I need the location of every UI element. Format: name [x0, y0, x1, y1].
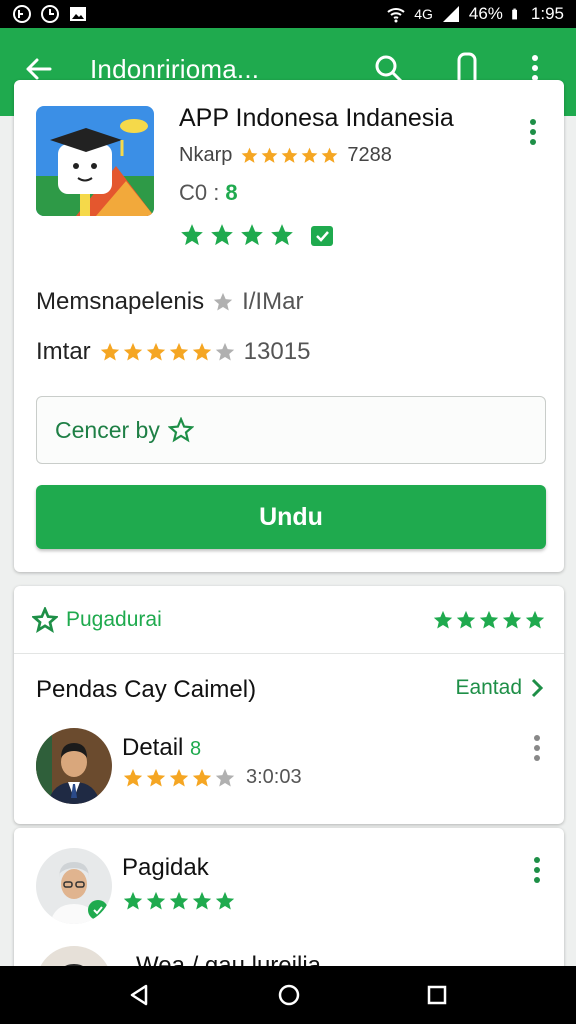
star-icon: [501, 609, 523, 631]
review-section-header: Pugadurai: [14, 586, 564, 654]
star-icon: [260, 146, 279, 165]
star-icon: [212, 291, 234, 313]
info-row: Memsnapelenis I/IMar: [36, 288, 303, 316]
rating-row-stars: [99, 341, 236, 363]
star-icon: [478, 609, 500, 631]
search-input[interactable]: Cencer by: [36, 396, 546, 464]
signal-icon: [442, 6, 459, 22]
rating-row: Imtar 13015: [36, 338, 310, 366]
star-icon: [524, 609, 546, 631]
star-icon: [168, 890, 190, 912]
review-author-name: Detail: [122, 734, 184, 761]
review-more-icon[interactable]: [532, 734, 542, 762]
star-icon: [122, 890, 144, 912]
clock-icon: [41, 5, 59, 23]
system-nav-bar: [0, 966, 576, 1024]
review-section-title: Pugadurai: [66, 607, 162, 631]
battery-icon: [512, 8, 517, 20]
install-button[interactable]: Undu: [36, 485, 546, 549]
nav-home-icon[interactable]: [276, 982, 302, 1008]
see-all-link[interactable]: Eantad: [455, 676, 544, 700]
review-stars: [122, 890, 236, 912]
star-icon: [168, 767, 190, 789]
star-icon: [455, 609, 477, 631]
app-detail-card: APP Indonesa Indanesia Nkarp 7288 C0 : 8…: [14, 80, 564, 572]
star-icon: [214, 341, 236, 363]
star-icon: [168, 341, 190, 363]
review-list-title: Pendas Cay Caimel): [36, 676, 257, 703]
meta-code: C0 :: [179, 180, 220, 205]
info-row-value: I/IMar: [242, 288, 304, 315]
avatar[interactable]: [36, 848, 112, 924]
app-logo-icon: [36, 106, 154, 216]
star-icon: [432, 609, 454, 631]
rating-row-label: Imtar: [36, 338, 91, 365]
star-icon: [240, 146, 259, 165]
app-meta-row: C0 : 8: [179, 180, 238, 206]
search-placeholder: Cencer by: [55, 416, 160, 443]
star-icon: [300, 146, 319, 165]
star-icon: [269, 222, 295, 248]
review-card: Pagidak Wea / gau lureilia: [14, 828, 564, 978]
gallery-icon: [70, 7, 86, 21]
star-icon: [191, 890, 213, 912]
avatar[interactable]: [36, 728, 112, 804]
wifi-icon: [387, 8, 405, 23]
star-icon: [145, 341, 167, 363]
star-icon: [320, 146, 339, 165]
see-all-label: Eantad: [455, 676, 522, 699]
app-more-icon[interactable]: [528, 118, 538, 146]
star-icon: [145, 890, 167, 912]
star-icon: [122, 341, 144, 363]
star-icon: [179, 222, 205, 248]
star-icon: [280, 146, 299, 165]
verified-badge-icon: [311, 226, 333, 246]
app-name: APP Indonesa Indanesia: [179, 104, 454, 132]
star-icon: [191, 767, 213, 789]
rating-count: 7288: [347, 144, 392, 166]
app-green-stars: [179, 222, 335, 248]
review-author-badge: 8: [190, 738, 202, 760]
review-author-name: Pagidak: [122, 854, 209, 881]
review-author: Detail 8: [122, 734, 201, 762]
network-type: 4G: [414, 6, 433, 22]
rating-row-count: 13015: [243, 338, 311, 365]
review-section-card: Pugadurai Pendas Cay Caimel) Eantad Deta…: [14, 586, 564, 824]
star-outline-icon: [167, 417, 194, 443]
info-row-label: Memsnapelenis: [36, 288, 205, 315]
star-icon: [239, 222, 265, 248]
app-rating-row: Nkarp 7288: [179, 144, 392, 167]
star-icon: [209, 222, 235, 248]
review-more-icon[interactable]: [532, 856, 542, 884]
review-stars: [122, 767, 236, 789]
review-count: 3:0:03: [246, 766, 302, 788]
rating-prefix: Nkarp: [179, 144, 233, 166]
section-stars: [432, 609, 546, 631]
notification-icon: [13, 5, 31, 23]
star-icon: [191, 341, 213, 363]
nav-back-icon[interactable]: [126, 982, 152, 1008]
star-icon: [99, 341, 121, 363]
status-bar: 4G 46% 1:95: [0, 0, 576, 28]
review-rating: 3:0:03: [122, 766, 302, 789]
clock-time: 1:95: [530, 4, 564, 23]
meta-badge: 8: [225, 180, 238, 205]
star-outline-icon: [32, 606, 58, 633]
review-rating: [122, 890, 236, 912]
star-icon: [214, 890, 236, 912]
star-icon: [214, 767, 236, 789]
battery-percent: 46%: [468, 4, 503, 23]
star-icon: [145, 767, 167, 789]
nav-recents-icon[interactable]: [424, 982, 450, 1008]
star-icon: [122, 767, 144, 789]
chevron-right-icon: [531, 678, 544, 698]
app-rating-stars: [240, 146, 339, 165]
